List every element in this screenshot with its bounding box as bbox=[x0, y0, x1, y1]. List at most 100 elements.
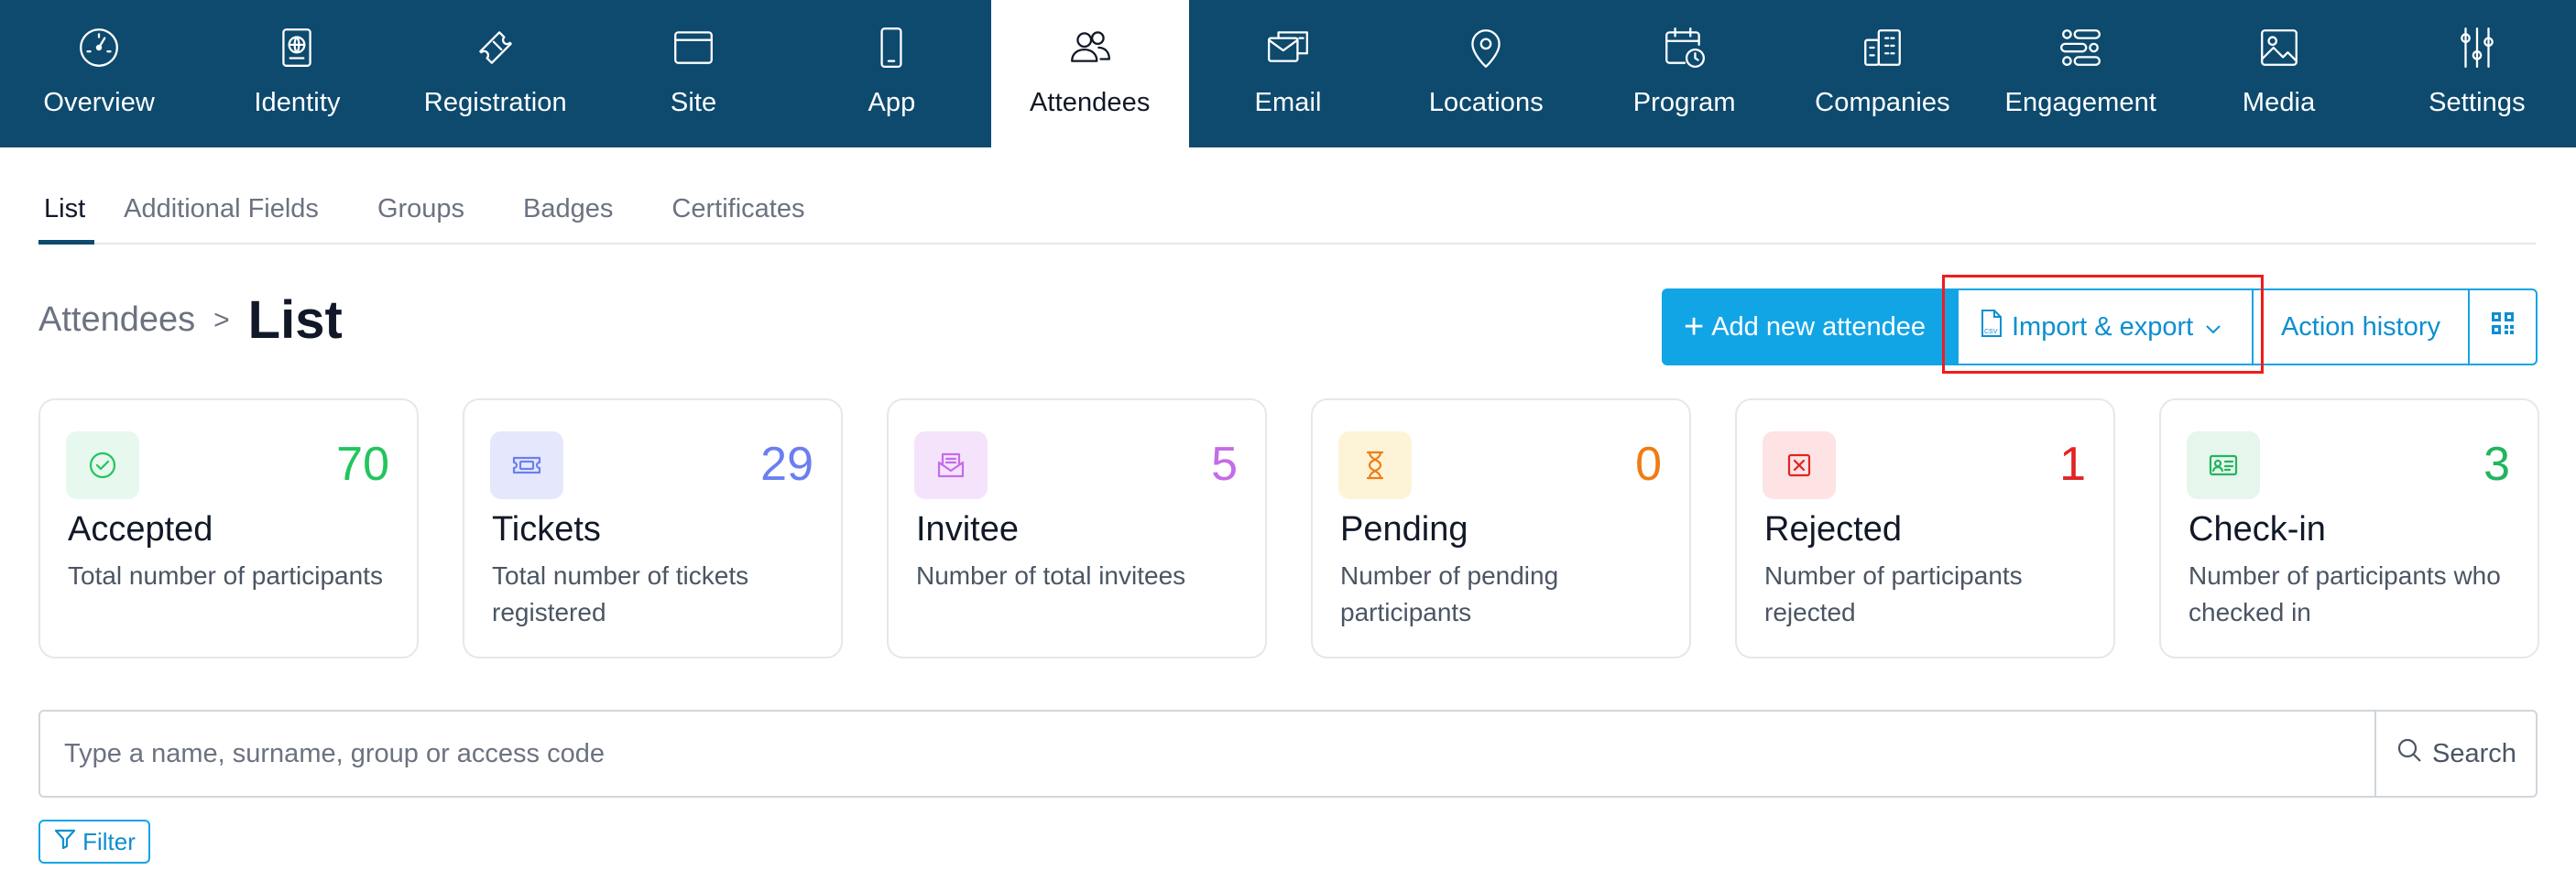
nav-label: Program bbox=[1632, 88, 1736, 117]
action-history-button[interactable]: Action history bbox=[2254, 288, 2470, 365]
ticket-icon bbox=[490, 431, 563, 499]
stat-title: Check-in bbox=[2189, 510, 2326, 549]
nav-item-locations[interactable]: Locations bbox=[1387, 0, 1585, 147]
nav-item-companies[interactable]: Companies bbox=[1784, 0, 1981, 147]
stat-title: Invitee bbox=[916, 510, 1019, 549]
nav-label: Site bbox=[670, 88, 717, 117]
envelope-open-icon bbox=[914, 431, 988, 499]
stat-count: 70 bbox=[336, 438, 389, 491]
nav-item-program[interactable]: Program bbox=[1586, 0, 1784, 147]
nav-item-media[interactable]: Media bbox=[2179, 0, 2377, 147]
x-square-icon bbox=[1763, 431, 1836, 499]
nav-label: Settings bbox=[2429, 88, 2526, 117]
stat-count: 3 bbox=[2483, 438, 2510, 491]
users-icon bbox=[1067, 25, 1113, 71]
breadcrumb: Attendees > List bbox=[38, 289, 343, 351]
buildings-icon bbox=[1860, 25, 1905, 71]
search-bar: Search bbox=[38, 710, 2538, 798]
stat-description: Number of participants rejected bbox=[1764, 561, 2023, 626]
tab-list[interactable]: List bbox=[38, 175, 95, 245]
nav-label: Companies bbox=[1815, 88, 1950, 117]
svg-text:CSV: CSV bbox=[1984, 329, 1998, 335]
page-title: List bbox=[247, 290, 343, 350]
stat-description: Number of pending participants bbox=[1340, 561, 1559, 626]
nav-item-attendees[interactable]: Attendees bbox=[990, 0, 1189, 147]
nav-item-engagement[interactable]: Engagement bbox=[1981, 0, 2179, 147]
stat-description: Number of participants who checked in bbox=[2189, 561, 2501, 626]
stat-description: Number of total invitees bbox=[916, 561, 1186, 590]
calendar-clock-icon bbox=[1662, 25, 1708, 71]
breadcrumb-parent[interactable]: Attendees bbox=[38, 300, 195, 340]
browser-window-icon bbox=[671, 25, 716, 71]
nav-item-email[interactable]: Email bbox=[1189, 0, 1387, 147]
add-attendee-button[interactable]: + Add new attendee bbox=[1662, 288, 1957, 365]
nav-label: Identity bbox=[254, 88, 341, 117]
nav-label: App bbox=[868, 88, 916, 117]
hourglass-icon bbox=[1338, 431, 1412, 499]
page-actions: + Add new attendee CSV Import & export A… bbox=[1662, 288, 2538, 365]
nav-item-identity[interactable]: Identity bbox=[198, 0, 396, 147]
stat-card-pending[interactable]: 0 Pending Number of pending participants bbox=[1311, 398, 1691, 658]
nav-label: Media bbox=[2242, 88, 2316, 117]
import-export-label: Import & export bbox=[2012, 311, 2194, 342]
tab-groups[interactable]: Groups bbox=[348, 175, 494, 245]
search-button-label: Search bbox=[2432, 738, 2516, 768]
search-button[interactable]: Search bbox=[2374, 712, 2536, 796]
stat-description: Total number of participants bbox=[68, 561, 383, 590]
tab-certificates[interactable]: Certificates bbox=[642, 175, 834, 245]
nav-item-app[interactable]: App bbox=[792, 0, 990, 147]
stat-card-tickets[interactable]: 29 Tickets Total number of tickets regis… bbox=[463, 398, 843, 658]
top-navigation: Overview Identity Registration Site App … bbox=[0, 0, 2576, 147]
id-card-icon bbox=[2187, 431, 2260, 499]
stat-title: Pending bbox=[1340, 510, 1468, 549]
image-icon bbox=[2256, 25, 2302, 71]
nav-item-registration[interactable]: Registration bbox=[397, 0, 595, 147]
stat-title: Accepted bbox=[68, 510, 213, 549]
stat-card-accepted[interactable]: 70 Accepted Total number of participants bbox=[38, 398, 419, 658]
nav-label: Overview bbox=[43, 88, 155, 117]
stat-count: 5 bbox=[1211, 438, 1238, 491]
chevron-down-icon bbox=[2193, 312, 2230, 343]
plus-icon: + bbox=[1684, 308, 1705, 346]
stat-title: Tickets bbox=[492, 510, 601, 549]
filter-icon bbox=[53, 827, 82, 857]
stat-card-check-in[interactable]: 3 Check-in Number of participants who ch… bbox=[2159, 398, 2539, 658]
engagement-icon bbox=[2058, 25, 2103, 71]
stat-cards: 70 Accepted Total number of participants… bbox=[38, 398, 2539, 658]
stat-count: 29 bbox=[760, 438, 813, 491]
stat-count: 0 bbox=[1635, 438, 1662, 491]
map-pin-icon bbox=[1463, 25, 1509, 71]
tab-badges[interactable]: Badges bbox=[494, 175, 642, 245]
stat-count: 1 bbox=[2059, 438, 2086, 491]
nav-label: Registration bbox=[423, 88, 567, 117]
nav-label: Locations bbox=[1428, 88, 1544, 117]
search-icon bbox=[2396, 736, 2432, 771]
nav-label: Engagement bbox=[2004, 88, 2157, 117]
search-input[interactable] bbox=[40, 712, 2374, 796]
smartphone-icon bbox=[868, 25, 914, 71]
check-circle-icon bbox=[66, 431, 139, 499]
add-attendee-label: Add new attendee bbox=[1711, 311, 1927, 342]
ticket-icon bbox=[473, 25, 518, 71]
nav-item-settings[interactable]: Settings bbox=[2378, 0, 2576, 147]
nav-item-site[interactable]: Site bbox=[595, 0, 792, 147]
nav-label: Attendees bbox=[1029, 88, 1151, 117]
filter-label: Filter bbox=[82, 827, 136, 855]
qr-code-button[interactable] bbox=[2470, 288, 2538, 365]
sliders-icon bbox=[2454, 25, 2500, 71]
csv-file-icon: CSV bbox=[1979, 309, 2012, 345]
breadcrumb-separator: > bbox=[213, 304, 230, 335]
stat-card-rejected[interactable]: 1 Rejected Number of participants reject… bbox=[1735, 398, 2115, 658]
import-export-button[interactable]: CSV Import & export bbox=[1957, 288, 2254, 365]
nav-item-overview[interactable]: Overview bbox=[0, 0, 198, 147]
filter-button[interactable]: Filter bbox=[38, 820, 150, 864]
sub-tabs: List Additional Fields Groups Badges Cer… bbox=[38, 175, 2536, 245]
stat-card-invitee[interactable]: 5 Invitee Number of total invitees bbox=[887, 398, 1267, 658]
nav-label: Email bbox=[1254, 88, 1322, 117]
email-icon bbox=[1265, 25, 1311, 71]
tab-additional-fields[interactable]: Additional Fields bbox=[94, 175, 348, 245]
stat-description: Total number of tickets registered bbox=[492, 561, 749, 626]
passport-icon bbox=[274, 25, 320, 71]
qr-code-icon bbox=[2490, 310, 2516, 343]
stat-title: Rejected bbox=[1764, 510, 1902, 549]
